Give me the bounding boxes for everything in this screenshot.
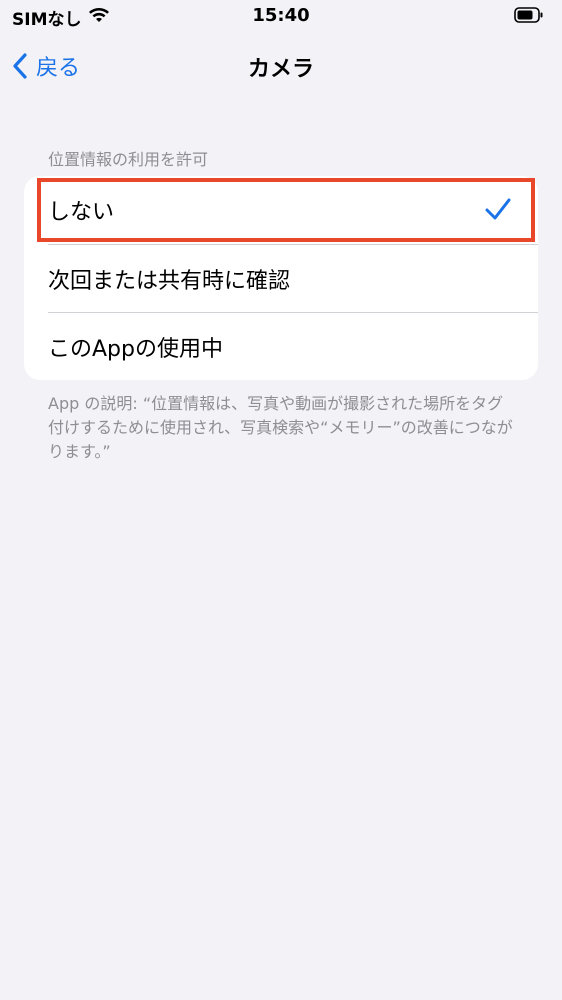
checkmark-icon — [484, 196, 512, 226]
page-title: カメラ — [247, 57, 314, 82]
status-bar: SIMなし 15:40 — [0, 0, 562, 32]
option-label: このAppの使用中 — [48, 337, 223, 362]
section-header: 位置情報の利用を許可 — [48, 150, 209, 169]
option-label: しない — [48, 200, 115, 225]
option-while-using[interactable]: このAppの使用中 — [24, 313, 538, 380]
battery-icon — [514, 7, 544, 23]
app-description: App の説明: “位置情報は、写真や動画が撮影された場所をタグ付けするために使… — [48, 394, 513, 461]
option-label: 次回または共有時に確認 — [48, 269, 291, 294]
option-ask-next-time[interactable]: 次回または共有時に確認 — [24, 245, 538, 313]
status-time: 15:40 — [252, 5, 310, 26]
nav-bar: 戻る カメラ — [0, 40, 562, 88]
location-permission-list: しない 次回または共有時に確認 このAppの使用中 — [24, 176, 538, 380]
option-never[interactable]: しない — [24, 176, 538, 244]
